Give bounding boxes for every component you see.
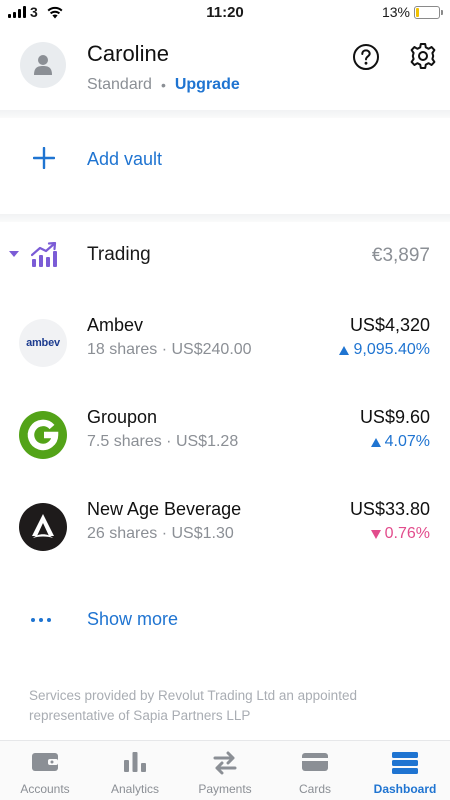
trading-chart-icon <box>31 242 57 267</box>
settings-gear-icon[interactable] <box>408 41 438 71</box>
holding-value: US$4,320 <box>349 315 430 335</box>
section-divider <box>0 214 450 222</box>
status-right: 13% <box>381 4 443 20</box>
ambev-logo-text: ambev <box>26 337 60 349</box>
tab-analytics[interactable]: Analytics <box>90 741 180 800</box>
holding-name: Ambev <box>87 315 144 335</box>
holding-details: 26 shares · US$1.30 <box>87 525 234 543</box>
help-icon[interactable] <box>352 43 380 71</box>
down-arrow-icon <box>370 529 381 539</box>
user-silhouette-icon <box>34 55 52 75</box>
holding-row-groupon[interactable]: Groupon 7.5 shares · US$1.28 US$9.60 4.0… <box>0 402 450 470</box>
holding-shares: 7.5 shares <box>87 433 162 450</box>
tab-cards[interactable]: Cards <box>270 741 360 800</box>
holding-change: 0.76% <box>370 525 430 543</box>
section-divider <box>0 110 450 118</box>
holding-name: New Age Beverage <box>87 499 242 519</box>
holding-change: 4.07% <box>370 433 430 451</box>
tab-dashboard[interactable]: Dashboard <box>360 741 450 800</box>
show-more-label: Show more <box>87 609 179 629</box>
groupon-g-icon <box>27 419 59 451</box>
show-more-button[interactable]: Show more <box>0 600 450 640</box>
holding-value: US$33.80 <box>349 499 430 519</box>
holding-row-ambev[interactable]: ambev Ambev 18 shares · US$240.00 US$4,3… <box>0 310 450 378</box>
add-vault-button[interactable]: Add vault <box>0 130 450 190</box>
holding-change: 9,095.40% <box>339 341 430 359</box>
holding-price: US$1.28 <box>175 433 239 450</box>
tab-label: Accounts <box>20 782 70 796</box>
bar-chart-icon <box>124 752 146 772</box>
legal-disclaimer: Services provided by Revolut Trading Ltd… <box>29 688 357 723</box>
holding-sub-separator: · <box>161 525 168 542</box>
tab-label: Cards <box>298 782 331 796</box>
plan-label: Standard <box>87 76 152 93</box>
holding-sub-separator: · <box>161 341 168 358</box>
card-icon <box>302 753 328 771</box>
holding-change-value: 4.07% <box>384 433 430 450</box>
holding-details: 7.5 shares · US$1.28 <box>87 433 238 451</box>
avatar[interactable] <box>20 42 66 88</box>
holding-name: Groupon <box>87 407 158 427</box>
tab-label: Dashboard <box>373 782 437 796</box>
holding-details: 18 shares · US$240.00 <box>87 341 252 359</box>
holding-shares: 26 shares <box>87 525 158 542</box>
add-vault-label: Add vault <box>87 149 163 169</box>
plus-icon <box>33 147 55 169</box>
tab-label: Payments <box>198 782 252 796</box>
trading-section-header[interactable]: Trading €3,897 <box>0 232 450 280</box>
transfer-arrows-icon <box>213 751 237 775</box>
tab-payments[interactable]: Payments <box>180 741 270 800</box>
holding-value: US$9.60 <box>359 407 430 427</box>
new-age-beverage-logo <box>19 503 67 551</box>
profile-header: Caroline Standard • Upgrade <box>0 24 450 110</box>
user-name[interactable]: Caroline <box>87 41 169 67</box>
wallet-icon <box>32 753 58 771</box>
plan-separator: • <box>160 77 166 93</box>
ambev-logo: ambev <box>19 319 67 367</box>
bottom-tab-bar: Accounts Analytics Payments Cards Dashbo… <box>0 740 450 800</box>
collapse-caret-icon[interactable] <box>9 251 19 257</box>
holding-change-value: 9,095.40% <box>353 341 430 358</box>
trading-title: Trading <box>87 244 151 265</box>
up-arrow-icon <box>370 437 381 447</box>
tab-accounts[interactable]: Accounts <box>0 741 90 800</box>
status-bar: 3 11:20 13% <box>0 0 450 24</box>
holding-change-value: 0.76% <box>384 525 430 542</box>
new-age-a-icon <box>32 514 54 538</box>
holding-sub-separator: · <box>166 433 172 450</box>
plan-row: Standard • Upgrade <box>87 76 240 94</box>
upgrade-link[interactable]: Upgrade <box>175 76 240 94</box>
battery-level <box>416 7 419 17</box>
holding-row-new-age-beverage[interactable]: New Age Beverage 26 shares · US$1.30 US$… <box>0 494 450 562</box>
trading-total: €3,897 <box>371 245 430 266</box>
holding-price: US$1.30 <box>171 525 234 542</box>
groupon-logo <box>19 411 67 459</box>
more-dots-icon <box>31 618 51 622</box>
holding-shares: 18 shares <box>87 341 158 358</box>
battery-icon <box>414 5 443 19</box>
holding-price: US$240.00 <box>171 341 252 358</box>
up-arrow-icon <box>339 345 350 355</box>
dashboard-icon <box>392 752 418 774</box>
tab-label: Analytics <box>110 782 160 796</box>
battery-percent: 13% <box>381 4 410 20</box>
